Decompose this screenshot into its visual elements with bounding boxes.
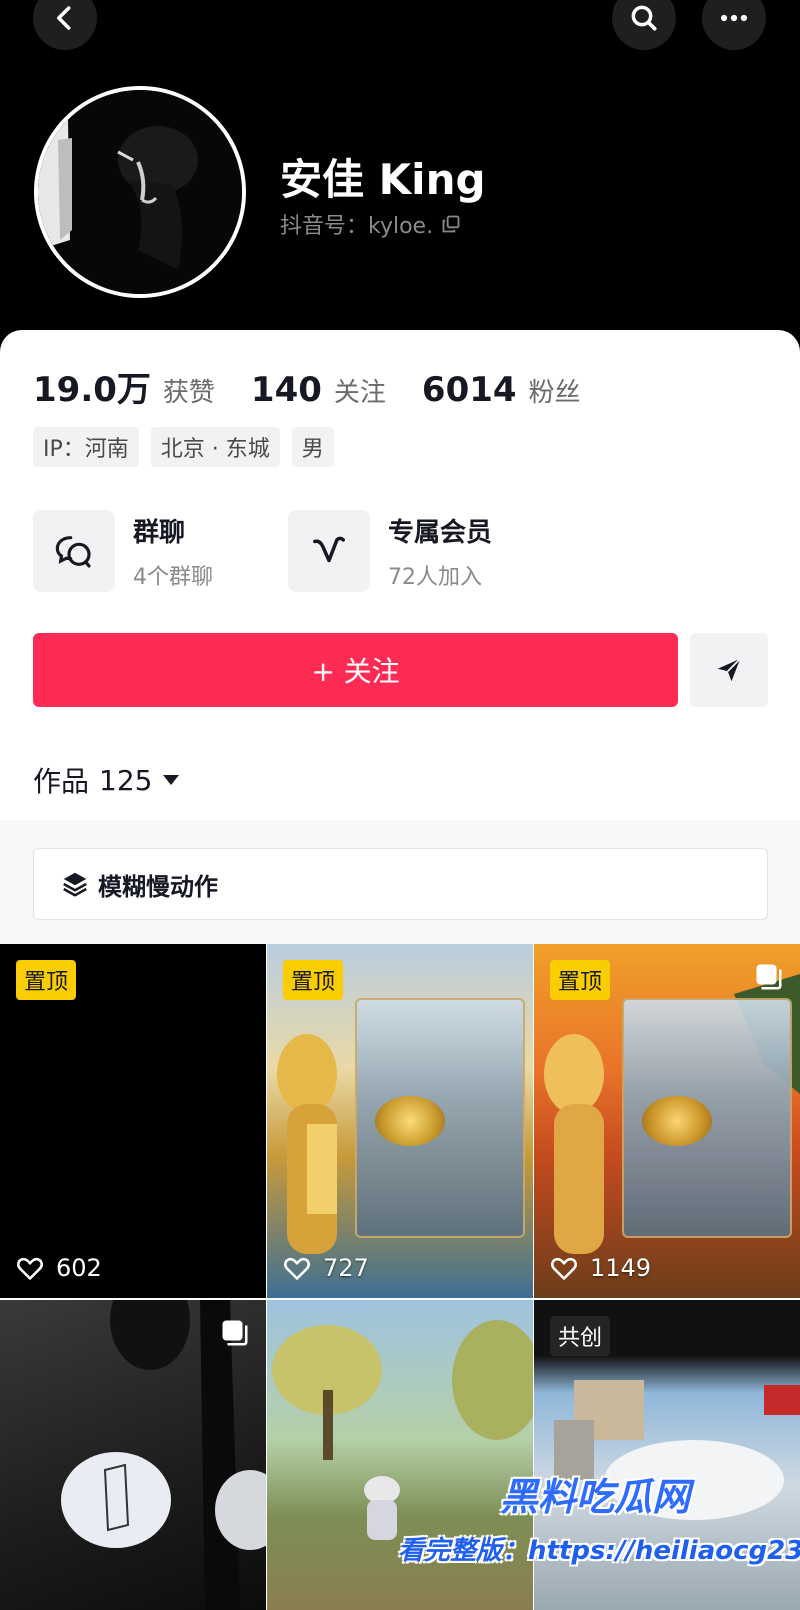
pinned-badge: 置顶 [16, 960, 77, 1000]
search-button[interactable] [612, 0, 676, 50]
watermark-site: 黑料吃瓜网 [500, 1475, 691, 1519]
chat-bubbles-icon [55, 536, 91, 568]
chevron-left-icon [57, 6, 71, 30]
location-tag: 北京 · 东城 [150, 427, 280, 467]
works-count: 125 [99, 763, 153, 797]
layers-icon [63, 872, 87, 897]
account-id[interactable]: 抖音号：kyloe. [280, 208, 461, 240]
works-tab[interactable]: 作品 125 [33, 760, 180, 800]
group-chat-subtitle: 4个群聊 [133, 564, 213, 590]
profile-info-card: 19.0万 获赞 140 关注 6014 粉丝 IP：河南 北京 · 东城 男 … [0, 330, 800, 820]
group-chat-entry[interactable]: 群聊 4个群聊 [33, 510, 213, 592]
likes-value: 1149 [590, 1254, 652, 1282]
profile-tags: IP：河南 北京 · 东城 男 [33, 427, 334, 467]
game-scoreboard-image [355, 998, 525, 1238]
following-count[interactable]: 140 [251, 370, 322, 410]
group-chat-icon-box [33, 510, 115, 592]
video-likes: 1149 [550, 1254, 651, 1282]
likes-value: 727 [323, 1254, 369, 1282]
send-icon [717, 658, 741, 682]
followers-count[interactable]: 6014 [422, 370, 517, 410]
avatar[interactable] [34, 86, 246, 298]
message-button[interactable] [690, 633, 768, 707]
heart-icon [17, 1257, 43, 1280]
multi-image-icon [222, 1320, 248, 1346]
video-thumbnail[interactable]: 置顶 602 [0, 944, 266, 1298]
gender-tag: 男 [291, 427, 334, 467]
works-label: 作品 [33, 765, 90, 798]
following-label[interactable]: 关注 [334, 372, 386, 409]
likes-label: 获赞 [162, 378, 215, 408]
ip-tag: IP：河南 [33, 427, 139, 467]
v-badge-icon [313, 536, 345, 563]
pinned-badge: 置顶 [550, 960, 611, 1000]
membership-subtitle: 72人加入 [388, 564, 482, 590]
profile-page: 安佳 King 抖音号：kyloe. 19.0万 获赞 140 关注 6014 … [0, 0, 800, 1610]
membership-title: 专属会员 [388, 517, 493, 548]
collection-label: 模糊慢动作 [98, 872, 218, 901]
followers-label[interactable]: 粉丝 [529, 372, 581, 409]
back-button[interactable] [33, 0, 97, 50]
membership-entry[interactable]: 专属会员 72人加入 [288, 510, 492, 592]
profile-name: 安佳 King [280, 155, 486, 204]
pinned-badge: 置顶 [283, 960, 344, 1000]
video-thumbnail[interactable]: 置顶 727 [267, 944, 533, 1298]
avatar-image [38, 90, 242, 294]
collection-section: 模糊慢动作 [0, 820, 800, 944]
follow-button[interactable]: + 关注 [33, 633, 678, 707]
video-likes: 727 [283, 1254, 369, 1282]
copy-icon[interactable] [441, 214, 461, 234]
game-scoreboard-image [622, 998, 792, 1238]
watermark-url: 看完整版：https://heiliaocg23.com [398, 1536, 800, 1566]
account-id-text: 抖音号：kyloe. [280, 214, 434, 239]
more-horizontal-icon [720, 14, 748, 22]
membership-icon-box [288, 510, 370, 592]
video-likes: 602 [16, 1254, 102, 1282]
heart-icon [284, 1257, 310, 1280]
heart-icon [551, 1257, 577, 1280]
multi-image-icon [756, 964, 782, 990]
more-button[interactable] [702, 0, 766, 50]
top-bar [0, 0, 800, 60]
group-chat-title: 群聊 [133, 517, 186, 548]
likes-value: 602 [56, 1254, 102, 1282]
video-thumbnail[interactable]: 置顶 1149 [534, 944, 800, 1298]
caret-down-icon [163, 775, 180, 785]
stats-row: 19.0万 获赞 140 关注 6014 粉丝 [33, 362, 617, 411]
search-icon [631, 5, 657, 31]
video-thumbnail[interactable] [0, 1300, 266, 1610]
co-creation-badge: 共创 [550, 1316, 611, 1356]
likes-count: 19.0万 [33, 370, 151, 410]
collection-button[interactable]: 模糊慢动作 [33, 848, 768, 920]
